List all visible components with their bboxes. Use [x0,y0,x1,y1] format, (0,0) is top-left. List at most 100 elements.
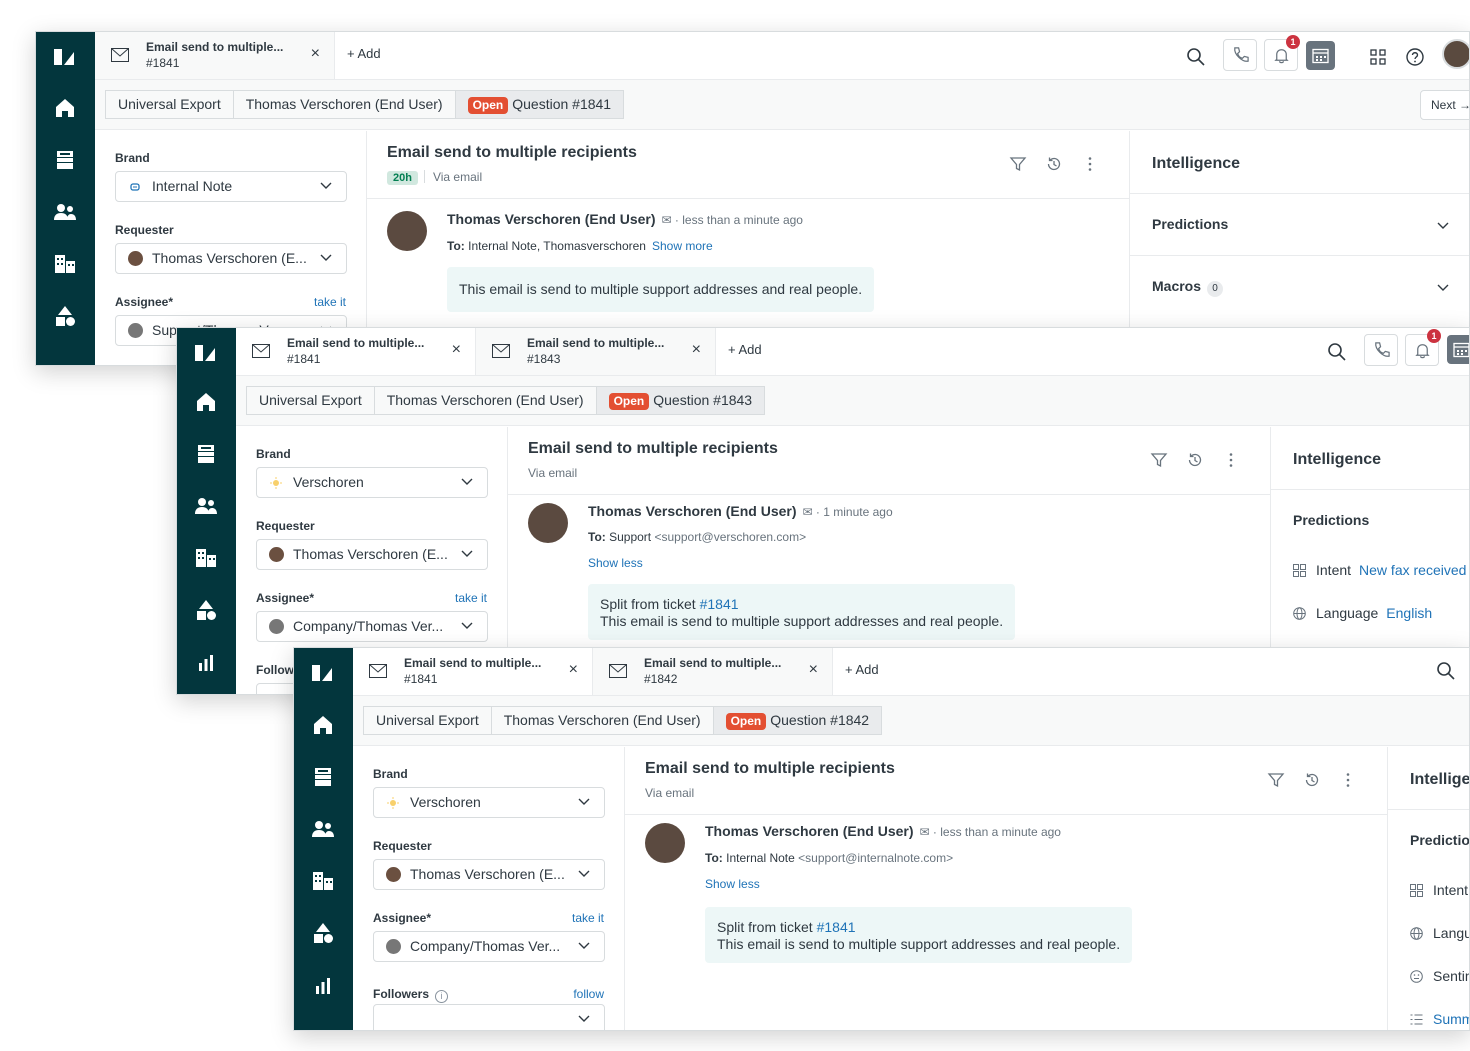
take-it-link[interactable]: take it [455,591,487,605]
close-icon[interactable]: × [452,342,461,358]
assignee-field[interactable]: Company/Thomas Ver... [256,611,488,642]
objects-icon[interactable] [311,921,335,945]
history-icon[interactable] [1303,771,1321,789]
author-name[interactable]: Thomas Verschoren (End User) [588,503,797,519]
summary-label[interactable]: Summary [1433,1011,1469,1027]
breadcrumb-organization[interactable]: Universal Export [363,706,492,735]
author-name[interactable]: Thomas Verschoren (End User) [447,211,656,227]
add-tab-button[interactable]: + Add [845,662,879,677]
split-ticket-link[interactable]: #1841 [817,919,856,935]
history-icon[interactable] [1045,155,1063,173]
tab-title: Email send to multiple... [146,40,284,54]
language-value[interactable]: English [1386,605,1432,621]
followers-field[interactable] [373,1004,605,1030]
next-button[interactable]: Next → [1420,90,1469,120]
follow-link[interactable]: follow [573,987,604,1001]
close-icon[interactable]: × [569,662,578,678]
add-tab-button[interactable]: + Add [347,46,381,61]
message-author: Thomas Verschoren (End User) ✉ · less tha… [705,823,1061,839]
ticket-tab[interactable]: Email send to multiple... #1842 × [593,648,833,695]
ticket-tab[interactable]: Email send to multiple... #1841 × [236,328,476,375]
organizations-icon[interactable] [311,869,335,893]
info-icon[interactable]: i [435,990,449,1003]
breadcrumb-ticket[interactable]: Open Question #1843 [595,386,766,415]
calendar-icon[interactable] [1306,41,1335,70]
breadcrumb-user[interactable]: Thomas Verschoren (End User) [373,386,597,415]
breadcrumb-user[interactable]: Thomas Verschoren (End User) [232,90,456,119]
more-icon[interactable] [1222,451,1240,469]
ticket-tab[interactable]: Email send to multiple... #1843 × [476,328,716,375]
ticket-subject[interactable]: Email send to multiple recipients [528,440,778,458]
search-icon[interactable] [1320,335,1354,369]
close-icon[interactable]: × [692,342,701,358]
predictions-section[interactable]: Predictions [1130,193,1469,255]
zendesk-logo-icon[interactable] [52,46,78,68]
take-it-link[interactable]: take it [314,295,346,309]
intent-value[interactable]: New fax received [1359,562,1466,578]
zendesk-logo-icon[interactable] [310,662,336,684]
close-icon[interactable]: × [311,46,320,62]
brand-field[interactable]: Verschoren [373,787,605,818]
organizations-icon[interactable] [53,252,77,276]
more-icon[interactable] [1339,771,1357,789]
breadcrumb-organization[interactable]: Universal Export [246,386,375,415]
customers-icon[interactable] [194,494,218,518]
predictions-label[interactable]: Predictions [1410,832,1469,848]
customers-icon[interactable] [53,200,77,224]
breadcrumb-organization[interactable]: Universal Export [105,90,234,119]
filter-icon[interactable] [1009,155,1027,173]
more-icon[interactable] [1081,155,1099,173]
home-icon[interactable] [53,96,77,120]
show-more-link[interactable]: Show more [652,239,713,253]
show-less-link[interactable]: Show less [705,877,760,891]
customers-icon[interactable] [311,817,335,841]
filter-icon[interactable] [1267,771,1285,789]
ticket-subject[interactable]: Email send to multiple recipients [387,144,637,162]
help-icon[interactable] [1398,40,1432,74]
requester-field[interactable]: Thomas Verschoren (E... [373,859,605,890]
search-icon[interactable] [1179,40,1213,74]
search-icon[interactable] [1429,654,1463,688]
breadcrumb-ticket[interactable]: Open Question #1841 [454,90,625,119]
reporting-icon[interactable] [311,973,335,997]
ticket-subject[interactable]: Email send to multiple recipients [645,760,895,778]
objects-icon[interactable] [194,598,218,622]
avatar[interactable] [1442,39,1469,69]
apps-grid-icon[interactable] [1361,40,1395,74]
home-icon[interactable] [194,390,218,414]
ticket-window-1843: Email send to multiple... #1841 × Email … [176,327,1470,695]
filter-icon[interactable] [1150,451,1168,469]
show-less-link[interactable]: Show less [588,556,643,570]
views-icon[interactable] [311,765,335,789]
home-icon[interactable] [311,713,335,737]
views-icon[interactable] [53,148,77,172]
ticket-tab[interactable]: Email send to multiple... #1841 × [353,648,593,695]
macros-section[interactable]: Macros 0 [1130,255,1469,317]
requester-value: Thomas Verschoren (E... [293,546,448,562]
views-icon[interactable] [194,442,218,466]
requester-field[interactable]: Thomas Verschoren (E... [115,243,347,274]
requester-field[interactable]: Thomas Verschoren (E... [256,539,488,570]
ticket-tab[interactable]: Email send to multiple... #1841 × [95,32,335,79]
phone-icon[interactable] [1223,39,1257,71]
breadcrumb-user[interactable]: Thomas Verschoren (End User) [490,706,714,735]
objects-icon[interactable] [53,304,77,328]
organizations-icon[interactable] [194,546,218,570]
brand-field[interactable]: Internal Note [115,171,347,202]
phone-icon[interactable] [1364,334,1398,366]
history-icon[interactable] [1186,451,1204,469]
assignee-field[interactable]: Company/Thomas Ver... [373,931,605,962]
close-icon[interactable]: × [809,662,818,678]
author-name[interactable]: Thomas Verschoren (End User) [705,823,914,839]
take-it-link[interactable]: take it [572,911,604,925]
add-tab-button[interactable]: + Add [728,342,762,357]
reporting-icon[interactable] [194,650,218,674]
calendar-icon[interactable] [1447,335,1469,364]
zendesk-logo-icon[interactable] [193,342,219,364]
breadcrumb-ticket[interactable]: Open Question #1842 [712,706,883,735]
predictions-label[interactable]: Predictions [1293,512,1369,528]
conversation-pane: Email send to multiple recipients Via em… [625,747,1387,1030]
split-ticket-link[interactable]: #1841 [700,596,739,612]
message-text: This email is send to multiple support a… [600,613,1004,629]
brand-field[interactable]: Verschoren [256,467,488,498]
